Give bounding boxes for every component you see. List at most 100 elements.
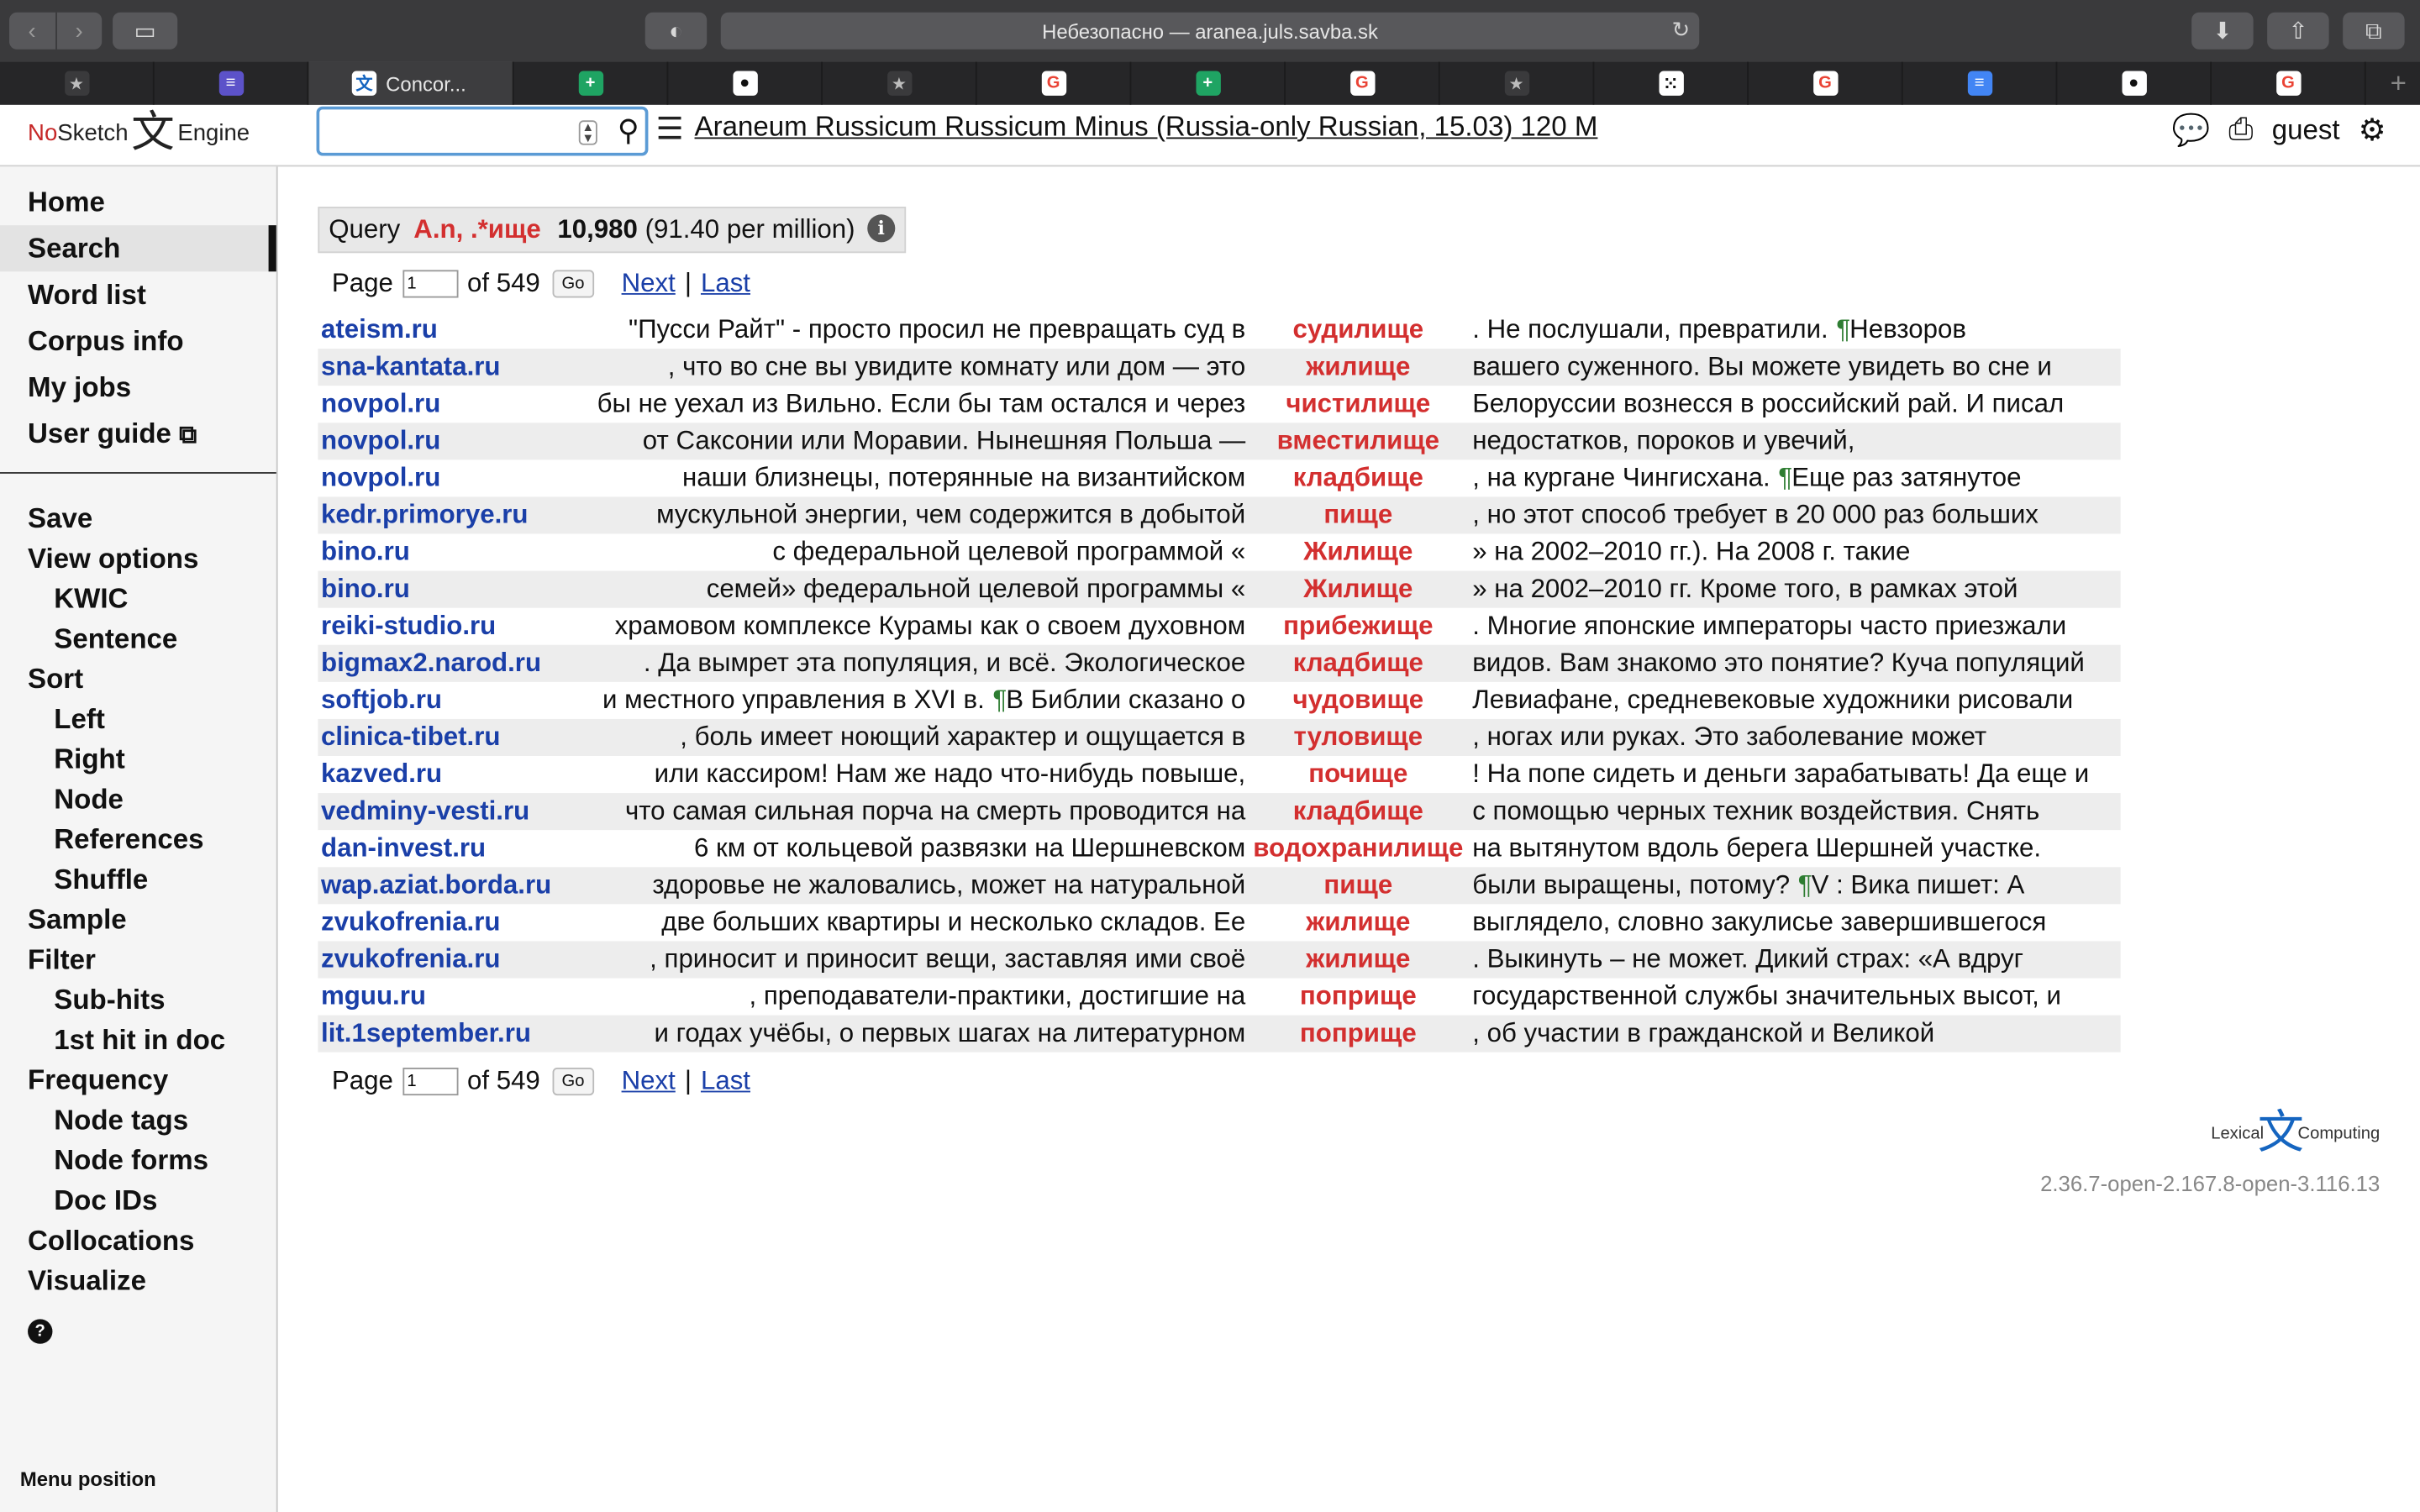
right-context[interactable]: были выращены, потому? ¶V : Вика пишет: … (1472, 867, 2120, 904)
browser-tab[interactable]: ⁙ (1594, 61, 1749, 105)
sidebar-item-user-guide[interactable]: User guide ⧉ (0, 411, 276, 457)
sidebar-item-kwic[interactable]: KWIC (0, 579, 276, 619)
reference-link[interactable]: novpol.ru (321, 459, 440, 496)
quick-search-input[interactable]: ▲ ▼ ⚲ (316, 106, 649, 156)
user-name[interactable]: guest (2272, 114, 2340, 147)
right-context[interactable]: Белоруссии вознесся в российский рай. И … (1472, 386, 2120, 423)
browser-tab[interactable]: G (1749, 61, 1903, 105)
keyword-node[interactable]: кладбище (1247, 645, 1469, 682)
left-context[interactable]: или кассиром! Нам же надо что-нибудь пов… (655, 756, 1246, 793)
sidebar-item-my-jobs[interactable]: My jobs (0, 364, 276, 410)
page-number-input[interactable] (402, 1068, 458, 1096)
keyword-node[interactable]: почище (1247, 756, 1469, 793)
sidebar-item-sort-node[interactable]: Node (0, 780, 276, 820)
browser-tab[interactable]: ✕文Concor... (308, 61, 514, 105)
keyword-node[interactable]: чистилище (1247, 386, 1469, 423)
forward-icon[interactable]: › (56, 13, 102, 50)
browser-tab[interactable]: ★ (0, 61, 155, 105)
reference-link[interactable]: ateism.ru (321, 312, 438, 349)
reference-link[interactable]: wap.aziat.borda.ru (321, 867, 551, 904)
browser-tab[interactable]: G (977, 61, 1132, 105)
reference-link[interactable]: softjob.ru (321, 682, 442, 719)
left-context[interactable]: что самая сильная порча на смерть провод… (625, 793, 1245, 830)
sidebar-toggle-icon[interactable]: ▭ (113, 12, 178, 50)
browser-tab[interactable]: ≡ (155, 61, 309, 105)
go-button[interactable]: Go (552, 1068, 594, 1096)
database-icon[interactable]: ☰ (656, 109, 684, 148)
reference-link[interactable]: bino.ru (321, 571, 410, 608)
sidebar-item-shuffle[interactable]: Shuffle (0, 859, 276, 900)
back-icon[interactable]: ‹ (9, 12, 57, 50)
reference-link[interactable]: dan-invest.ru (321, 830, 486, 867)
left-context[interactable]: бы не уехал из Вильно. Если бы там остал… (597, 386, 1246, 423)
sidebar-item-sample[interactable]: Sample (0, 900, 276, 940)
left-context[interactable]: с федеральной целевой программой « (772, 534, 1245, 571)
sidebar-item-sort-right[interactable]: Right (0, 739, 276, 780)
keyword-node[interactable]: кладбище (1247, 459, 1469, 496)
right-context[interactable]: государственной службы значительных высо… (1472, 978, 2120, 1015)
browser-tab[interactable]: + (1131, 61, 1286, 105)
reload-icon[interactable]: ↻ (1672, 17, 1691, 43)
left-context[interactable]: наши близнецы, потерянные на византийско… (682, 459, 1245, 496)
sidebar-item-search[interactable]: Search (0, 225, 276, 272)
sidebar-item-home[interactable]: Home (0, 179, 276, 225)
last-link[interactable]: Last (701, 1066, 750, 1097)
address-bar[interactable]: Небезопасно — aranea.juls.savba.sk ↻ (720, 12, 1700, 50)
sidebar-item-first-hit[interactable]: 1st hit in doc (0, 1020, 276, 1060)
reference-link[interactable]: novpol.ru (321, 386, 440, 423)
left-context[interactable]: , что во сне вы увидите комнату или дом … (668, 349, 1245, 386)
left-context[interactable]: . Да вымрет эта популяция, и всё. Эколог… (644, 645, 1245, 682)
keyword-node[interactable]: Жилище (1247, 534, 1469, 571)
left-context[interactable]: мускульной энергии, чем содержится в доб… (656, 496, 1245, 533)
sidebar-item-sort-left[interactable]: Left (0, 699, 276, 739)
reference-link[interactable]: vedminy-vesti.ru (321, 793, 529, 830)
keyword-node[interactable]: поприще (1247, 978, 1469, 1015)
sidebar-item-view-options[interactable]: View options (0, 538, 276, 579)
reference-link[interactable]: zvukofrenia.ru (321, 904, 500, 941)
right-context[interactable]: недостатков, пороков и увечий, (1472, 423, 2120, 459)
reference-link[interactable]: reiki-studio.ru (321, 608, 496, 645)
reference-link[interactable]: lit.1september.ru (321, 1016, 531, 1053)
feedback-icon[interactable]: 💬 (2171, 111, 2210, 150)
reference-link[interactable]: sna-kantata.ru (321, 349, 500, 386)
reference-link[interactable]: mguu.ru (321, 978, 426, 1015)
right-context[interactable]: » на 2002–2010 гг.). На 2008 г. такие (1472, 534, 2120, 571)
sidebar-item-save[interactable]: Save (0, 498, 276, 538)
right-context[interactable]: ! На попе сидеть и деньги зарабатывать! … (1472, 756, 2120, 793)
menu-position-label[interactable]: Menu position (20, 1467, 156, 1491)
right-context[interactable]: выглядело, словно закулисье завершившего… (1472, 904, 2120, 941)
left-context[interactable]: 6 км от кольцевой развязки на Шершневско… (694, 830, 1245, 867)
right-context[interactable]: , ногах или руках. Это заболевание может (1472, 719, 2120, 756)
page-number-input[interactable] (402, 270, 458, 298)
keyword-node[interactable]: туловище (1247, 719, 1469, 756)
keyword-node[interactable]: жилище (1247, 349, 1469, 386)
search-icon[interactable]: ⚲ (618, 114, 639, 150)
next-link[interactable]: Next (622, 269, 676, 300)
keyword-node[interactable]: жилище (1247, 941, 1469, 978)
keyword-node[interactable]: чудовище (1247, 682, 1469, 719)
sidebar-item-sentence[interactable]: Sentence (0, 619, 276, 659)
reference-link[interactable]: bino.ru (321, 534, 410, 571)
keyword-node[interactable]: судилище (1247, 312, 1469, 349)
info-icon[interactable]: i (867, 214, 896, 243)
print-icon[interactable]: ⎙ (2228, 113, 2253, 148)
lexical-computing-logo[interactable]: Lexical 文 Computing (2211, 1110, 2380, 1157)
sidebar-item-visualize[interactable]: Visualize (0, 1261, 276, 1301)
reference-link[interactable]: kazved.ru (321, 756, 442, 793)
keyword-node[interactable]: пище (1247, 496, 1469, 533)
share-icon[interactable]: ⇧ (2267, 12, 2329, 50)
sidebar-item-node-forms[interactable]: Node forms (0, 1140, 276, 1180)
right-context[interactable]: Левиафане, средневековые художники рисов… (1472, 682, 2120, 719)
browser-tab[interactable]: ★ (823, 61, 977, 105)
right-context[interactable]: » на 2002–2010 гг. Кроме того, в рамках … (1472, 571, 2120, 608)
browser-tab[interactable]: G (2212, 61, 2366, 105)
reference-link[interactable]: novpol.ru (321, 423, 440, 459)
next-link[interactable]: Next (622, 1066, 676, 1097)
sidebar-item-sub-hits[interactable]: Sub-hits (0, 979, 276, 1020)
right-context[interactable]: на вытянутом вдоль берега Шершней участк… (1472, 830, 2120, 867)
sidebar-item-frequency[interactable]: Frequency (0, 1060, 276, 1100)
left-context[interactable]: , преподаватели-практики, достигшие на (750, 978, 1246, 1015)
sidebar-item-word-list[interactable]: Word list (0, 271, 276, 318)
left-context[interactable]: семей» федеральной целевой программы « (707, 571, 1246, 608)
left-context[interactable]: и местного управления в XVI в. ¶В Библии… (602, 682, 1245, 719)
